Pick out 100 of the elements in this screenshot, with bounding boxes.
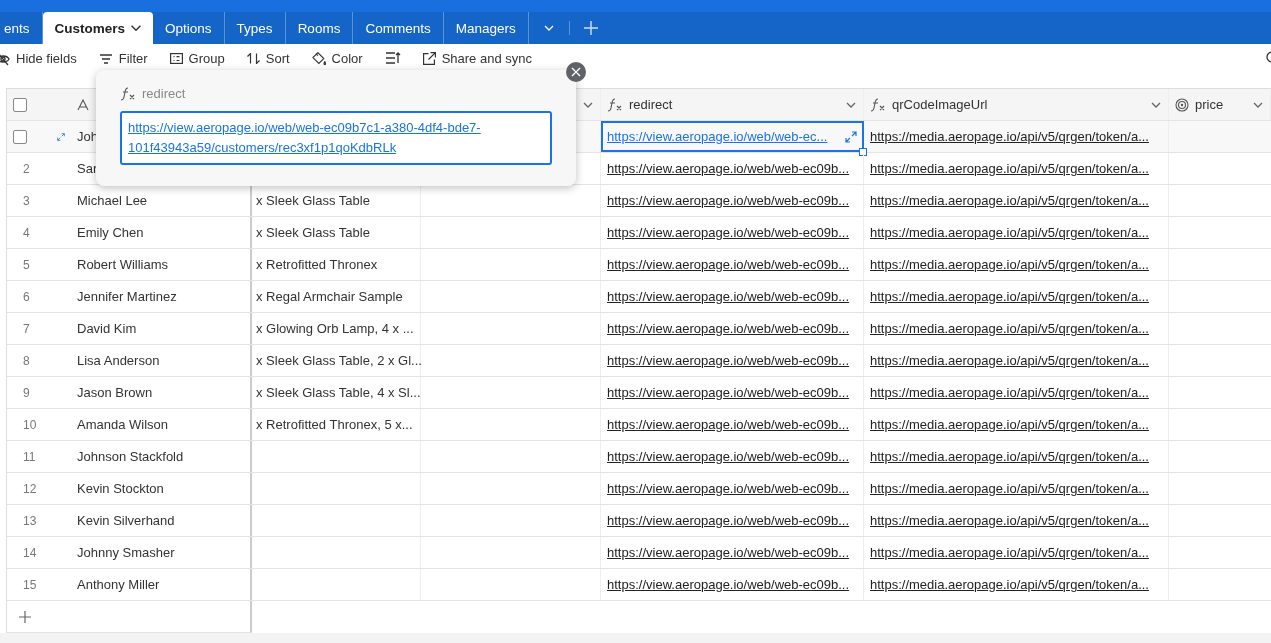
url-link[interactable]: https://view.aeropage.io/web/web-ec09b... bbox=[607, 257, 850, 272]
row-height-icon[interactable] bbox=[384, 51, 401, 65]
table-row[interactable]: 9 Jason Brown x Sleek Glass Table, 4 x Sl... https://view.aeropage.io/web/web-ec09b... https://media.aeropage.io/api/v5/qrgen/token/a... bbox=[7, 377, 1271, 409]
share-button[interactable]: Share and sync bbox=[422, 51, 532, 66]
url-link[interactable]: https://media.aeropage.io/api/v5/qrgen/token/a... bbox=[870, 449, 1149, 464]
table-cell: David Kim bbox=[77, 321, 137, 336]
url-link[interactable]: https://view.aeropage.io/web/web-ec09b... bbox=[607, 289, 850, 304]
sort-button[interactable]: Sort bbox=[246, 51, 290, 66]
table-cell: x Sleek Glass Table bbox=[256, 225, 370, 240]
url-link[interactable]: https://media.aeropage.io/api/v5/qrgen/token/a... bbox=[870, 289, 1149, 304]
url-link[interactable]: https://view.aeropage.io/web/web-ec... bbox=[607, 129, 828, 144]
table-row[interactable]: 11 Johnson Stackfold https://view.aeropage.io/web/web-ec09b... https://media.aeropage.io/api/v5/qrgen/token/a... bbox=[7, 441, 1271, 473]
url-link[interactable]: https://view.aeropage.io/web/web-ec09b... bbox=[607, 193, 850, 208]
row-number: 10 bbox=[22, 417, 37, 432]
filter-button[interactable]: Filter bbox=[98, 51, 148, 66]
row-checkbox[interactable] bbox=[13, 129, 27, 144]
text-type-icon bbox=[77, 98, 89, 111]
url-link[interactable]: https://media.aeropage.io/api/v5/qrgen/token/a... bbox=[870, 161, 1149, 176]
url-link[interactable]: https://view.aeropage.io/web/web-ec09b... bbox=[607, 385, 850, 400]
group-icon bbox=[169, 53, 183, 64]
url-link[interactable]: https://view.aeropage.io/web/web-ec09b... bbox=[607, 161, 850, 176]
table-cell: x Retrofitted Thronex, 5 x... bbox=[256, 417, 413, 432]
url-link[interactable]: https://media.aeropage.io/api/v5/qrgen/token/a... bbox=[870, 577, 1149, 592]
table-row[interactable]: 6 Jennifer Martinez x Regal Armchair Sample https://view.aeropage.io/web/web-ec09b... https://media.aeropage.io/api/v5/qrgen/token/a... bbox=[7, 281, 1271, 313]
url-link[interactable]: https://media.aeropage.io/api/v5/qrgen/token/a... bbox=[870, 417, 1149, 432]
url-link[interactable]: https://view.aeropage.io/web/web-ec09b... bbox=[607, 449, 850, 464]
table-row[interactable]: 5 Robert Williams x Retrofitted Thronex https://view.aeropage.io/web/web-ec09b... https://media.aeropage.io/api/v5/qrgen/token/a... bbox=[7, 249, 1271, 281]
table-cell: Lisa Anderson bbox=[77, 353, 160, 368]
table-cell: Robert Williams bbox=[77, 257, 168, 272]
row-number: 2 bbox=[22, 161, 30, 176]
url-link[interactable]: https://media.aeropage.io/api/v5/qrgen/token/a... bbox=[870, 129, 1149, 144]
url-link[interactable]: https://media.aeropage.io/api/v5/qrgen/token/a... bbox=[870, 193, 1149, 208]
hide-button[interactable]: Hide fields bbox=[0, 51, 77, 66]
url-link[interactable]: https://media.aeropage.io/api/v5/qrgen/token/a... bbox=[870, 545, 1149, 560]
share-icon bbox=[422, 52, 436, 65]
url-link[interactable]: https://view.aeropage.io/web/web-ec09b... bbox=[607, 545, 850, 560]
group-button[interactable]: Group bbox=[169, 51, 225, 66]
table-cell: Kevin Stockton bbox=[77, 481, 164, 496]
url-link[interactable]: https://media.aeropage.io/api/v5/qrgen/token/a... bbox=[870, 321, 1149, 336]
filter-icon bbox=[98, 51, 113, 66]
row-number: 8 bbox=[22, 353, 30, 368]
table-cell: x Sleek Glass Table, 2 x Gl... bbox=[256, 353, 422, 368]
row-number: 11 bbox=[22, 449, 36, 464]
column-header[interactable]: redirect bbox=[629, 97, 839, 112]
fill-handle[interactable] bbox=[859, 148, 867, 156]
column-header[interactable]: qrCodeImageUrl bbox=[892, 97, 1144, 112]
url-link[interactable]: https://media.aeropage.io/api/v5/qrgen/token/a... bbox=[870, 225, 1149, 240]
table-cell: Michael Lee bbox=[77, 193, 148, 208]
chevron-icon[interactable] bbox=[131, 25, 142, 31]
table-cell: Jason Brown bbox=[77, 385, 153, 400]
column-header[interactable]: price bbox=[1195, 97, 1246, 112]
url-link[interactable]: https://media.aeropage.io/api/v5/qrgen/token/a... bbox=[870, 257, 1149, 272]
table-cell: Johnny Smasher bbox=[77, 545, 175, 560]
table-tab[interactable]: Customers bbox=[42, 12, 154, 44]
row-number: 4 bbox=[22, 225, 30, 240]
table-row[interactable]: 13 Kevin Silverhand https://view.aeropage.io/web/web-ec09b... https://media.aeropage.io/api/v5/qrgen/token/a... bbox=[7, 505, 1271, 537]
url-link[interactable]: https://view.aeropage.io/web/web-ec09b... bbox=[607, 321, 850, 336]
url-link[interactable]: https://view.aeropage.io/web/web-ec09b... bbox=[607, 417, 850, 432]
table-cell: x Glowing Orb Lamp, 4 x ... bbox=[256, 321, 414, 336]
table-cell: Amanda Wilson bbox=[77, 417, 169, 432]
table-row[interactable]: 14 Johnny Smasher https://view.aeropage.io/web/web-ec09b... https://media.aeropage.io/api/v5/qrgen/token/a... bbox=[7, 537, 1271, 569]
row-number: 12 bbox=[22, 481, 37, 496]
table-tab[interactable]: ents bbox=[0, 12, 43, 44]
table-tab[interactable]: Managers bbox=[443, 12, 529, 44]
table-tab[interactable]: Rooms bbox=[285, 12, 354, 44]
close-button[interactable] bbox=[566, 62, 586, 82]
table-tab[interactable]: Types bbox=[224, 12, 286, 44]
row-number: 6 bbox=[22, 289, 30, 304]
url-link[interactable]: https://media.aeropage.io/api/v5/qrgen/token/a... bbox=[870, 481, 1149, 496]
table-row[interactable]: 12 Kevin Stockton https://view.aeropage.io/web/web-ec09b... https://media.aeropage.io/api/v5/qrgen/token/a... bbox=[7, 473, 1271, 505]
select-all-checkbox[interactable] bbox=[13, 97, 27, 112]
table-row[interactable]: 15 Anthony Miller https://view.aeropage.io/web/web-ec09b... https://media.aeropage.io/api/v5/qrgen/token/a... bbox=[7, 569, 1271, 601]
table-row[interactable]: 8 Lisa Anderson x Sleek Glass Table, 2 x Gl... https://view.aeropage.io/web/web-ec09b... https://media.aeropage.io/api/v5/qrgen/token/a... bbox=[7, 345, 1271, 377]
row-number: 13 bbox=[22, 513, 37, 528]
table-cell: x Sleek Glass Table, 4 x Sl... bbox=[256, 385, 421, 400]
add-row-icon[interactable] bbox=[19, 610, 31, 623]
url-link[interactable]: https://view.aeropage.io/web/web-ec09b... bbox=[607, 577, 850, 592]
table-cell: Emily Chen bbox=[77, 225, 144, 240]
url-field[interactable]: https://view.aeropage.io/web/web-ec09b7c1-a380-4df4-bde7-101f43943a59/customers/rec3xf1p1qoKdbRLk bbox=[120, 111, 552, 165]
expand-icon[interactable] bbox=[845, 130, 857, 143]
url-link[interactable]: https://media.aeropage.io/api/v5/qrgen/token/a... bbox=[870, 353, 1149, 368]
table-cell: Anthony Miller bbox=[77, 577, 160, 592]
table-row[interactable]: 10 Amanda Wilson x Retrofitted Thronex, 5 x... https://view.aeropage.io/web/web-ec09b... https://media.aeropage.io/api/v5/qrgen/token/a... bbox=[7, 409, 1271, 441]
table-row[interactable]: 4 Emily Chen x Sleek Glass Table https://view.aeropage.io/web/web-ec09b... https://media.aeropage.io/api/v5/qrgen/token/a... bbox=[7, 217, 1271, 249]
url-link[interactable]: https://view.aeropage.io/web/web-ec09b... bbox=[607, 513, 850, 528]
url-link[interactable]: https://media.aeropage.io/api/v5/qrgen/token/a... bbox=[870, 513, 1149, 528]
row-number: 9 bbox=[22, 385, 30, 400]
url-link[interactable]: https://view.aeropage.io/web/web-ec09b... bbox=[607, 225, 850, 240]
table-tab[interactable]: Comments bbox=[353, 12, 444, 44]
color-button[interactable]: Color bbox=[311, 51, 363, 66]
table-row[interactable]: 7 David Kim x Glowing Orb Lamp, 4 x ... https://view.aeropage.io/web/web-ec09b... https://media.aeropage.io/api/v5/qrgen/token/a... bbox=[7, 313, 1271, 345]
add-icon[interactable] bbox=[583, 21, 598, 35]
table-cell: x Regal Armchair Sample bbox=[256, 289, 403, 304]
url-link[interactable]: https://view.aeropage.io/web/web-ec09b... bbox=[607, 353, 850, 368]
paint-bucket-icon bbox=[311, 52, 326, 65]
formula-icon bbox=[870, 97, 886, 112]
table-tab[interactable]: Options bbox=[153, 12, 225, 44]
url-link[interactable]: https://view.aeropage.io/web/web-ec09b... bbox=[607, 481, 850, 496]
url-link[interactable]: https://media.aeropage.io/api/v5/qrgen/token/a... bbox=[870, 385, 1149, 400]
expand-icon[interactable] bbox=[57, 130, 65, 143]
